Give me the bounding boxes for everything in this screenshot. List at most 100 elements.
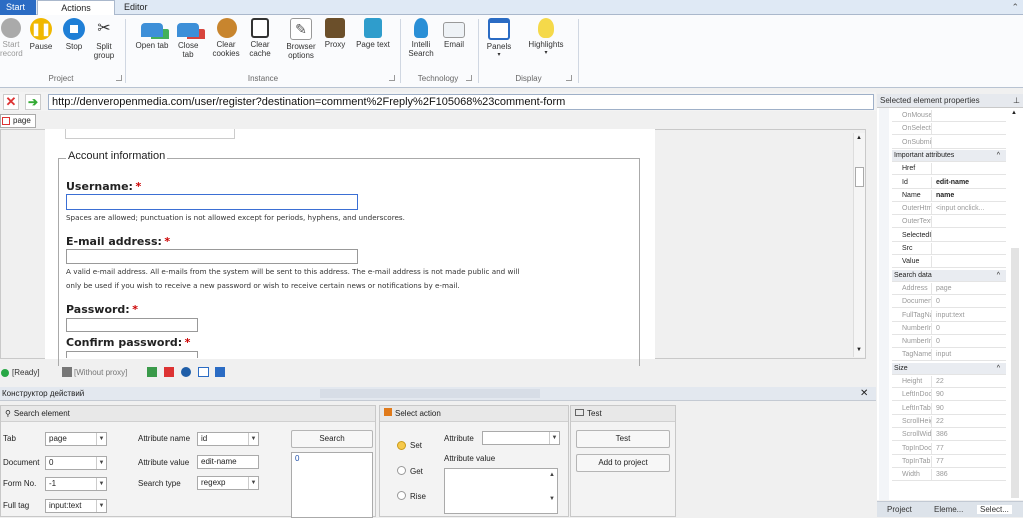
- go-arrow-icon[interactable]: ➔: [25, 94, 41, 110]
- property-value[interactable]: input:text: [933, 310, 1006, 321]
- property-value[interactable]: edit-name: [933, 177, 1006, 188]
- property-category[interactable]: Important attributes ^: [892, 149, 1006, 162]
- property-value[interactable]: input: [933, 349, 1006, 360]
- property-value[interactable]: 77: [933, 456, 1006, 467]
- property-value[interactable]: 386: [933, 469, 1006, 480]
- scroll-down-icon[interactable]: ▼: [856, 347, 862, 353]
- property-value[interactable]: 90: [933, 403, 1006, 414]
- property-value[interactable]: <input onclick...: [933, 203, 1006, 214]
- property-row[interactable]: OuterText: [892, 216, 1006, 229]
- property-row[interactable]: OuterHtml <input onclick...: [892, 203, 1006, 216]
- get-radio[interactable]: [397, 466, 406, 475]
- close-icon[interactable]: ✕: [860, 387, 868, 400]
- tab-actions-recording[interactable]: Actions recording: [37, 0, 115, 28]
- start-record-button[interactable]: Start record: [0, 18, 23, 58]
- property-row[interactable]: NumberInF0: [892, 322, 1006, 335]
- password-input[interactable]: [66, 318, 198, 332]
- property-row[interactable]: Src: [892, 243, 1006, 255]
- network-icon[interactable]: [62, 367, 72, 377]
- intelli-search-button[interactable]: Intelli Search: [406, 18, 436, 58]
- project-launcher-icon[interactable]: [116, 75, 122, 81]
- property-row[interactable]: Height 22: [892, 376, 1006, 388]
- email-button[interactable]: Email: [440, 18, 468, 49]
- search-type-select[interactable]: regexp ▼: [197, 476, 259, 490]
- tab-project[interactable]: Project: [887, 505, 912, 514]
- confirm-password-input[interactable]: [66, 351, 198, 358]
- property-value[interactable]: 0: [933, 323, 1006, 334]
- property-row[interactable]: TopInTab 77: [892, 455, 1006, 468]
- close-tab-button[interactable]: Close tab: [175, 18, 201, 59]
- email-input[interactable]: [66, 249, 358, 264]
- stop-loading-icon[interactable]: ✕: [3, 94, 19, 110]
- tab-editor[interactable]: Editor: [118, 0, 158, 15]
- tab-select[interactable]: Select...: [977, 505, 1012, 514]
- property-row[interactable]: Document 0: [892, 296, 1006, 309]
- ribbon-collapse-icon[interactable]: ⌃: [1011, 2, 1019, 13]
- property-row[interactable]: FullTagNarinput:text: [892, 309, 1006, 322]
- set-radio[interactable]: [397, 441, 406, 450]
- property-row[interactable]: Width 386: [892, 469, 1006, 482]
- panels-button[interactable]: Panels ▾: [484, 18, 514, 60]
- collapse-chevron-icon[interactable]: ^: [997, 363, 1000, 374]
- test-button[interactable]: Test: [576, 430, 670, 448]
- search-results-list[interactable]: 0: [291, 452, 373, 518]
- page-text-button[interactable]: Page text: [352, 18, 394, 49]
- add-to-project-button[interactable]: Add to project: [576, 454, 670, 472]
- highlights-button[interactable]: Highlights ▾: [526, 18, 566, 58]
- search-button[interactable]: Search: [291, 430, 373, 448]
- username-input[interactable]: [66, 194, 358, 210]
- collapse-chevron-icon[interactable]: ^: [997, 150, 1000, 161]
- result-item[interactable]: 0: [295, 454, 299, 463]
- property-row[interactable]: ScrollWidt 386: [892, 429, 1006, 442]
- tab-select[interactable]: page ▼: [45, 432, 107, 446]
- page-scrollbar[interactable]: ▲ ▼: [853, 133, 865, 357]
- rise-radio[interactable]: [397, 491, 406, 500]
- property-row[interactable]: LeftInDoc 90: [892, 389, 1006, 402]
- property-value[interactable]: 0: [933, 296, 1006, 307]
- fulltag-select[interactable]: input:text ▼: [45, 499, 107, 513]
- tab-start[interactable]: Start: [0, 0, 36, 15]
- attribute-value-textarea[interactable]: ▲ ▼: [444, 468, 558, 514]
- property-row[interactable]: OnSelect: [892, 123, 1006, 136]
- pause-button[interactable]: ❚❚ Pause: [27, 18, 55, 51]
- property-value[interactable]: 22: [933, 416, 1006, 427]
- property-row[interactable]: Href: [892, 163, 1006, 176]
- property-row[interactable]: LeftInTab 90: [892, 402, 1006, 415]
- property-value[interactable]: 77: [933, 443, 1006, 454]
- property-category[interactable]: Size ^: [892, 362, 1006, 375]
- document-select[interactable]: 0 ▼: [45, 456, 107, 470]
- property-row[interactable]: Value: [892, 256, 1006, 269]
- property-value[interactable]: 22: [933, 376, 1006, 387]
- formno-select[interactable]: -1 ▼: [45, 477, 107, 491]
- scroll-thumb[interactable]: [855, 167, 864, 187]
- property-row[interactable]: OnSubmit: [892, 136, 1006, 149]
- clear-cache-button[interactable]: Clear cache: [246, 18, 274, 58]
- property-row[interactable]: NumberInF0: [892, 336, 1006, 349]
- tab-elements[interactable]: Eleme...: [934, 505, 963, 514]
- property-row[interactable]: TagName input: [892, 349, 1006, 362]
- property-row[interactable]: SelectedIt: [892, 229, 1006, 242]
- property-row[interactable]: OnMouseL: [892, 110, 1006, 122]
- property-value[interactable]: name: [933, 190, 1006, 201]
- property-value[interactable]: 0: [933, 336, 1006, 347]
- url-input[interactable]: http://denveropenmedia.com/user/register…: [48, 94, 874, 110]
- property-row[interactable]: Address page: [892, 282, 1006, 295]
- property-row[interactable]: TopInDocu77: [892, 442, 1006, 455]
- proxy-button[interactable]: Proxy: [322, 18, 348, 49]
- property-row[interactable]: ScrollHeigh22: [892, 415, 1006, 428]
- stop-button[interactable]: Stop: [60, 18, 88, 51]
- export-icon[interactable]: [215, 367, 225, 377]
- property-row[interactable]: Name name: [892, 189, 1006, 202]
- drag-handle[interactable]: [320, 389, 540, 398]
- pin-icon[interactable]: ⊥: [1013, 94, 1020, 107]
- properties-scroll-track[interactable]: [1011, 248, 1019, 498]
- property-row[interactable]: Id edit-name: [892, 176, 1006, 189]
- collapse-chevron-icon[interactable]: ^: [997, 270, 1000, 281]
- property-value[interactable]: 90: [933, 389, 1006, 400]
- image-toggle-icon[interactable]: [147, 367, 157, 377]
- property-value[interactable]: page: [933, 283, 1006, 294]
- split-group-button[interactable]: ✂ Split group: [91, 18, 117, 60]
- attribute-name-select[interactable]: id ▼: [197, 432, 259, 446]
- clear-cookies-button[interactable]: Clear cookies: [212, 18, 242, 58]
- window-icon[interactable]: [198, 367, 209, 377]
